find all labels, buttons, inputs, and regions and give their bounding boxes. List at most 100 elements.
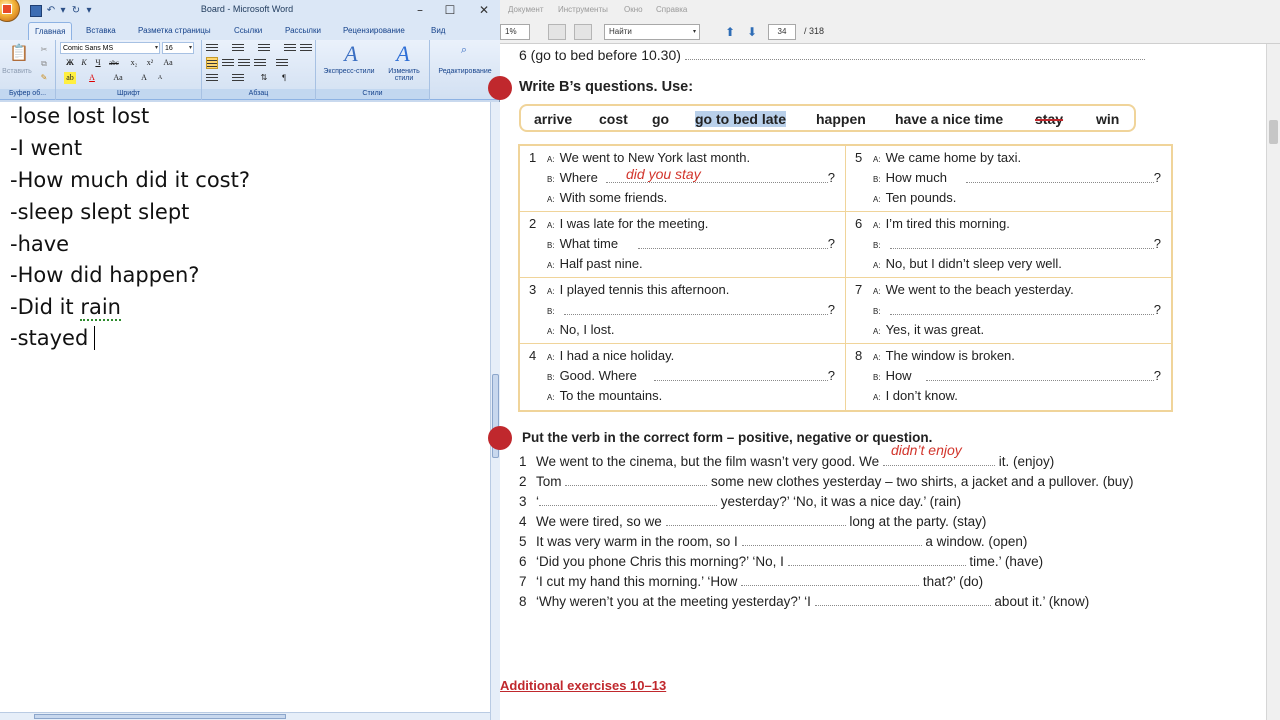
single-page-button[interactable] (548, 24, 566, 40)
doc-line-3: -How much did it cost? (10, 168, 250, 192)
previous-page-icon[interactable]: ⬆ (722, 24, 738, 40)
show-marks-icon[interactable]: ¶ (278, 72, 290, 84)
font-name-select[interactable]: Comic Sans MS ▾ (60, 42, 160, 54)
font-color-icon[interactable]: A (86, 72, 98, 84)
menu-document[interactable]: Документ (508, 5, 544, 14)
pdf-menubar: Документ Инструменты Окно Справка (500, 0, 1280, 20)
justify-icon[interactable] (254, 57, 266, 69)
increase-indent-icon[interactable] (300, 42, 312, 54)
tab-insert[interactable]: Вставка (80, 22, 122, 40)
sort-icon[interactable]: ⇅ (258, 72, 270, 84)
line-spacing-icon[interactable] (276, 57, 288, 69)
borders-icon[interactable] (232, 72, 244, 84)
doc-line-2: -I went (10, 136, 83, 160)
quick-styles-icon[interactable]: A (338, 42, 364, 66)
dialogue-line-a2: A: Half past nine. (547, 256, 643, 271)
menu-help[interactable]: Справка (656, 5, 687, 14)
pdf-vertical-scroll-thumb[interactable] (1269, 120, 1278, 144)
word-vertical-scrollbar[interactable] (490, 102, 500, 720)
shading-icon[interactable] (206, 72, 218, 84)
highlight-icon[interactable]: ab (64, 72, 76, 84)
editing-label[interactable]: Редактирование (430, 68, 500, 75)
screen: ↶ ▾ ↻ ▾ Board - Microsoft Word – ☐ ✕ Гла… (0, 0, 1280, 720)
tab-mailings[interactable]: Рассылки (279, 22, 327, 40)
change-styles-label[interactable]: Изменить стили (380, 68, 428, 82)
tab-page-layout[interactable]: Разметка страницы (132, 22, 217, 40)
strikethrough-icon[interactable]: abc (108, 57, 120, 69)
clipboard-group-label: Буфер об... (0, 89, 55, 99)
decrease-indent-icon[interactable] (284, 42, 296, 54)
zoom-select[interactable]: 1% (500, 24, 530, 40)
minimize-button[interactable]: – (406, 0, 434, 20)
bold-icon[interactable]: Ж (64, 57, 76, 69)
dialogue-line-b: B: Good. Where (547, 368, 637, 383)
handwritten-answer: did you stay (626, 166, 701, 182)
page-number-input[interactable]: 34 (768, 24, 796, 40)
underline-icon[interactable]: Ч (92, 57, 104, 69)
word-bank-item: go (652, 111, 670, 127)
dialogue-line-b: B: (873, 307, 881, 316)
menu-window[interactable]: Окно (624, 5, 643, 14)
align-center-icon[interactable] (222, 57, 234, 69)
bullets-icon[interactable] (206, 42, 218, 54)
word-horizontal-scroll-thumb[interactable] (34, 714, 286, 719)
menu-tools[interactable]: Инструменты (558, 5, 608, 14)
fit-page-button[interactable] (574, 24, 592, 40)
font-size-list-icon[interactable]: Aa (112, 72, 124, 84)
cut-icon[interactable]: ✂ (38, 44, 50, 56)
superscript-icon[interactable]: x² (144, 57, 156, 69)
previous-exercise-text: 6 (go to bed before 10.30) (519, 47, 681, 63)
maximize-button[interactable]: ☐ (436, 0, 464, 20)
find-input[interactable]: Найти ▾ (604, 24, 700, 40)
word-horizontal-scrollbar[interactable] (0, 712, 490, 720)
copy-icon[interactable]: ⧉ (38, 58, 50, 70)
dialogue-line-a1: A: I played tennis this afternoon. (547, 282, 730, 297)
dialogue-line-b: B: Where (547, 170, 598, 185)
question-mark: ? (827, 236, 835, 251)
quick-styles-label[interactable]: Экспресс-стили (318, 68, 380, 75)
paste-label[interactable]: Вставить (0, 68, 34, 75)
dialogue-number: 8 (855, 348, 863, 363)
dialogue-cell: 2 A: I was late for the meeting. B: What t… (520, 212, 846, 278)
dialogue-line-b: B: (873, 241, 881, 250)
additional-exercises-link[interactable]: Additional exercises 10–13 (500, 678, 666, 693)
close-button[interactable]: ✕ (470, 0, 498, 20)
subscript-icon[interactable]: x₂ (128, 57, 140, 69)
tab-references[interactable]: Ссылки (228, 22, 268, 40)
find-placeholder: Найти (609, 27, 632, 36)
exercise-line: 3 ‘ yesterday?’ ‘No, it was a nice day.’ … (519, 494, 962, 509)
paste-icon[interactable]: 📋 (6, 42, 32, 66)
numbering-icon[interactable] (232, 42, 244, 54)
section1-title: Write B’s questions. Use: (519, 79, 694, 95)
exercise-line: 1 We went to the cinema, but the film was… (519, 442, 1055, 469)
dialogue-line-a1: A: We went to the beach yesterday. (873, 282, 1074, 297)
find-icon[interactable]: ⌕ (458, 44, 470, 56)
next-page-icon[interactable]: ⬇ (744, 24, 760, 40)
question-mark: ? (1153, 236, 1161, 251)
pdf-vertical-scrollbar[interactable] (1266, 44, 1280, 720)
paragraph-group-label: Абзац (202, 89, 315, 99)
section2-title: Put the verb in the correct form – posit… (522, 430, 933, 445)
italic-icon[interactable]: К (78, 57, 90, 69)
multilevel-list-icon[interactable] (258, 42, 270, 54)
format-painter-icon[interactable]: ✎ (38, 72, 50, 84)
answer-line (565, 476, 708, 486)
align-left-icon[interactable] (206, 57, 218, 69)
tab-home[interactable]: Главная (28, 22, 73, 40)
change-case-icon[interactable]: Aa (162, 57, 174, 69)
exercise-line: 4 We were tired, so we long at the party.… (519, 514, 987, 529)
answer-line: didn’t enjoy (882, 442, 995, 466)
tab-view[interactable]: Вид (425, 22, 451, 40)
answer-line (564, 314, 828, 315)
dialogue-number: 2 (529, 216, 537, 231)
doc-line-6: -How did happen? (10, 263, 200, 287)
align-right-icon[interactable] (238, 57, 250, 69)
tab-review[interactable]: Рецензирование (337, 22, 411, 40)
font-size-select[interactable]: 16 ▾ (162, 42, 194, 54)
dialogue-number: 1 (529, 150, 537, 165)
question-mark: ? (827, 170, 835, 185)
document-area[interactable]: -lose lost lost -I went -How much did it… (0, 102, 490, 714)
grow-font-icon[interactable]: A (138, 72, 150, 84)
shrink-font-icon[interactable]: A (154, 72, 166, 84)
change-styles-icon[interactable]: A (390, 42, 416, 66)
